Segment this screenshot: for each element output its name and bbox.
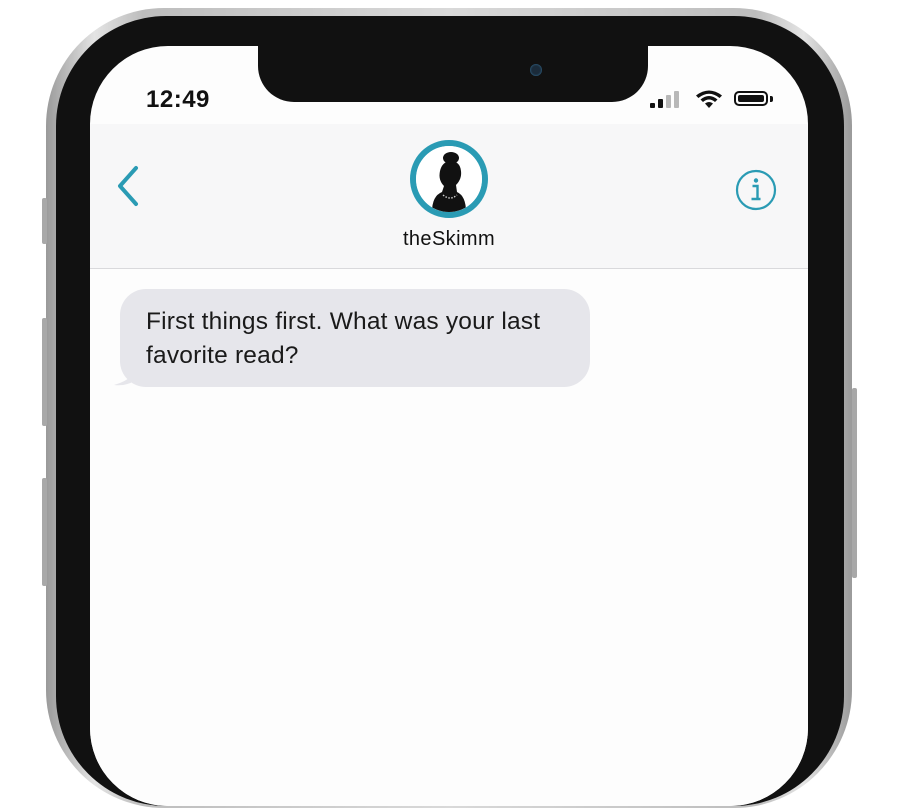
contact-name[interactable]: theSkimm [349, 228, 549, 251]
chevron-left-icon[interactable] [114, 164, 144, 208]
battery-icon [734, 91, 768, 106]
battery-terminal [770, 96, 773, 102]
conversation-header: theSkimm [90, 124, 808, 269]
info-icon[interactable] [734, 168, 778, 212]
woman-silhouette-icon [416, 146, 482, 212]
phone-power-button [852, 388, 857, 578]
signal-icon [650, 90, 682, 108]
notch [258, 46, 648, 102]
phone-screen: 12:49 theSkimm First things first. What … [90, 46, 808, 806]
front-camera [530, 64, 542, 76]
wifi-icon [696, 90, 722, 108]
incoming-message-bubble[interactable]: First things first. What was your last f… [120, 289, 590, 387]
phone-volume-up-button [42, 318, 47, 426]
status-icons [650, 90, 780, 110]
phone-side-button [42, 198, 47, 244]
phone-volume-down-button [42, 478, 47, 586]
status-time: 12:49 [146, 86, 210, 113]
message-thread[interactable]: First things first. What was your last f… [90, 269, 808, 806]
contact-avatar[interactable] [410, 140, 488, 218]
